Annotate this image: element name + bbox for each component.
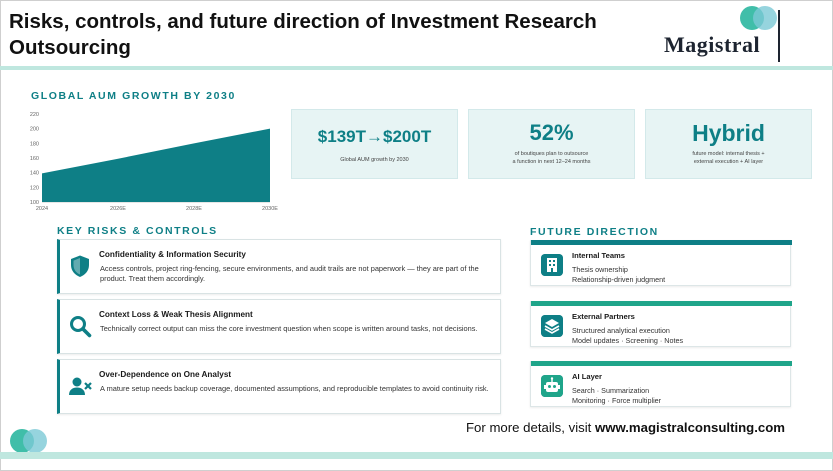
aum-section-label: GLOBAL AUM GROWTH BY 2030	[31, 90, 236, 102]
logo-wordmark: Magistral	[664, 32, 761, 57]
risk-title: Confidentiality & Information Security	[99, 250, 246, 259]
risk-card-over-dependence: Over-Dependence on One Analyst A mature …	[57, 359, 501, 414]
future-title: External Partners	[572, 312, 635, 321]
x-tick-label: 2024	[36, 206, 48, 212]
kpi-value: Hybrid	[692, 120, 765, 146]
risk-description: Technically correct output can miss the …	[100, 324, 478, 333]
future-line-2: Model updates · Screening · Notes	[572, 336, 684, 345]
risks-section-label: KEY RISKS & CONTROLS	[57, 225, 218, 237]
risk-card-confidentiality: Confidentiality & Information Security A…	[57, 239, 501, 294]
aum-area-chart: 100 120 140 160 180 200 220 2024 2026E 2028E 2030E	[22, 108, 284, 216]
x-tick-label: 2026E	[110, 206, 126, 212]
y-tick-label: 220	[30, 112, 39, 118]
y-tick-label: 160	[30, 156, 39, 162]
future-line-1: Thesis ownership	[572, 265, 628, 274]
kpi-card-aum: $139T→$200T Global AUM growth by 2030	[291, 109, 458, 179]
footer-divider	[0, 452, 833, 459]
future-line-1: Structured analytical execution	[572, 326, 670, 335]
future-card-internal-teams: Internal Teams Thesis ownership Relation…	[530, 240, 792, 286]
kpi-value: $139T→$200T	[317, 127, 432, 146]
x-tick-label: 2030E	[262, 206, 278, 212]
y-tick-label: 200	[30, 127, 39, 133]
logo-circles-icon	[740, 6, 780, 30]
building-icon	[541, 254, 563, 276]
kpi-card-hybrid: Hybrid future model: internal thesis + e…	[645, 109, 812, 179]
kpi-caption: Global AUM growth by 2030	[340, 157, 409, 163]
future-line-2: Relationship-driven judgment	[572, 275, 666, 284]
y-tick-label: 140	[30, 171, 39, 177]
footer-cta: For more details, visit www.magistralcon…	[466, 420, 785, 435]
card-accent-bar	[531, 301, 792, 306]
y-tick-label: 180	[30, 141, 39, 147]
risk-card-context-loss: Context Loss & Weak Thesis Alignment Tec…	[57, 299, 501, 354]
footer-link[interactable]: www.magistralconsulting.com	[595, 420, 785, 435]
page-title: Risks, controls, and future direction of…	[9, 10, 597, 59]
kpi-value: 52%	[529, 120, 574, 145]
header-divider	[0, 66, 833, 70]
kpi-caption: future model: internal thesis + external…	[692, 151, 765, 165]
magnifier-icon	[70, 316, 92, 338]
footer-prefix: For more details, visit	[466, 420, 595, 435]
risk-title: Context Loss & Weak Thesis Alignment	[99, 310, 253, 319]
magistral-logo[interactable]: Magistral	[664, 6, 784, 62]
risk-description: A mature setup needs backup coverage, do…	[100, 384, 489, 393]
y-tick-label: 120	[30, 185, 39, 191]
kpi-caption: of boutiques plan to outsource a functio…	[512, 151, 591, 165]
future-title: Internal Teams	[572, 251, 626, 260]
card-accent-bar	[531, 361, 792, 366]
kpi-card-boutiques: 52% of boutiques plan to outsource a fun…	[468, 109, 635, 179]
x-tick-label: 2028E	[186, 206, 202, 212]
layers-icon	[541, 315, 563, 337]
card-accent-bar	[531, 240, 792, 245]
logo-divider	[778, 10, 780, 62]
future-card-external-partners: External Partners Structured analytical …	[530, 301, 792, 347]
future-line-1: Search · Summarization	[572, 386, 650, 395]
footer-circles-icon	[10, 429, 50, 453]
robot-icon	[541, 375, 563, 397]
future-line-2: Monitoring · Force multiplier	[572, 396, 662, 405]
risk-title: Over-Dependence on One Analyst	[99, 370, 232, 379]
risk-description: Access controls, project ring-fencing, s…	[100, 264, 479, 283]
person-remove-icon	[69, 377, 92, 395]
aum-area-series	[42, 128, 270, 202]
future-card-ai-layer: AI Layer Search · Summarization Monitori…	[530, 361, 792, 407]
future-title: AI Layer	[572, 372, 602, 381]
future-section-label: FUTURE DIRECTION	[530, 226, 659, 238]
aum-chart-svg: 1001201401601802002202024 2026E 2028E 2030E	[30, 112, 278, 212]
shield-icon	[71, 255, 89, 277]
